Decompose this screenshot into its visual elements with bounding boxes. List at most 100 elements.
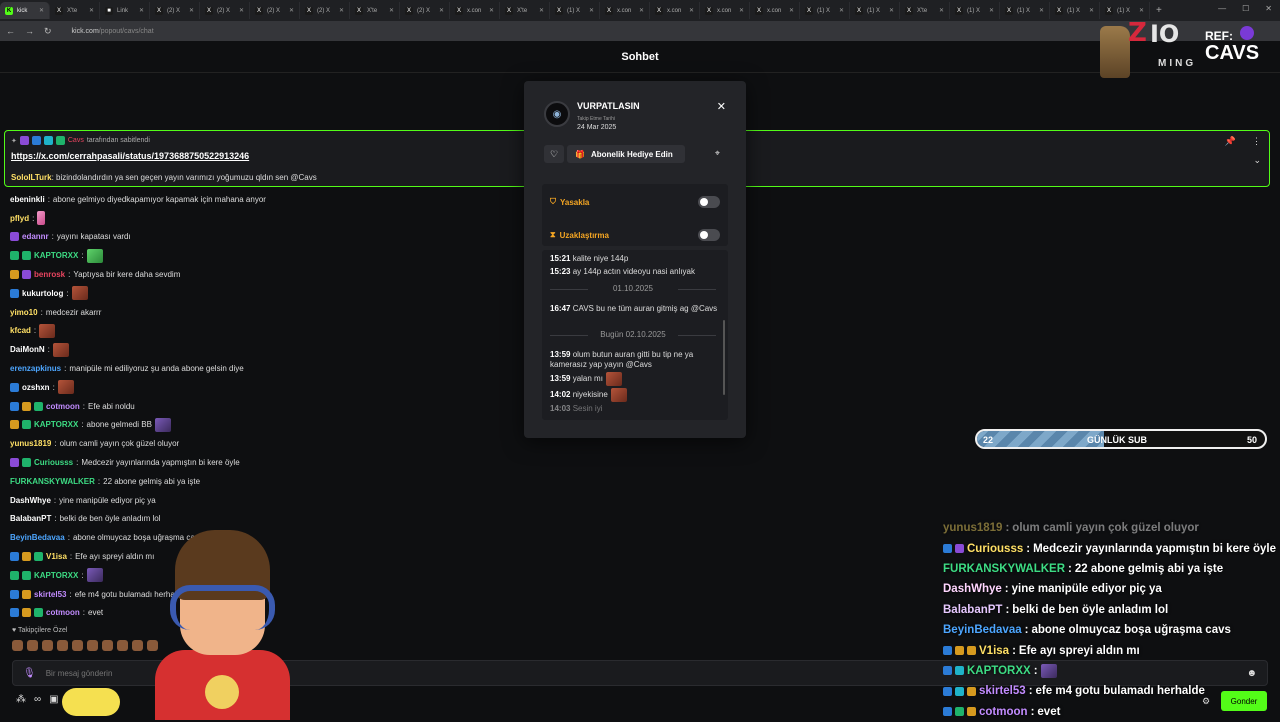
tab-close-icon[interactable]: ✕ [1039,7,1044,14]
chat-username[interactable]: erenzapkinus [10,364,61,373]
chat-username[interactable]: DashWhye [10,496,51,505]
tab-close-icon[interactable]: ✕ [939,7,944,14]
chat-username[interactable]: KAPTORXX [34,251,78,260]
tab-close-icon[interactable]: ✕ [189,7,194,14]
chat-username[interactable]: skirtel53 [34,590,66,599]
tab-close-icon[interactable]: ✕ [889,7,894,14]
tab-close-icon[interactable]: ✕ [489,7,494,14]
browser-tab[interactable]: X X'te ✕ [900,2,950,19]
browser-tab[interactable]: X (2) X ✕ [150,2,200,19]
chat-username[interactable]: cotmoon [46,402,80,411]
chat-username[interactable]: V1isa [46,552,67,561]
tab-close-icon[interactable]: ✕ [1139,7,1144,14]
gift-icon[interactable]: ▣ [49,694,58,705]
tab-close-icon[interactable]: ✕ [1089,7,1094,14]
emote-icon[interactable] [87,640,98,651]
back-icon[interactable]: ← [6,26,15,36]
browser-tab[interactable]: X (1) X ✕ [550,2,600,19]
chat-username[interactable]: yunus1819 [10,439,51,448]
microphone-icon[interactable]: 🎙 [23,668,36,679]
browser-tab[interactable]: ■ Link ✕ [100,2,150,19]
chat-username[interactable]: kfcad [10,326,31,335]
emote-icon[interactable] [42,640,53,651]
tab-close-icon[interactable]: ✕ [89,7,94,14]
scrollbar[interactable] [723,320,725,395]
chat-username[interactable]: ozshxn [22,383,50,392]
url-field[interactable]: kick.com/popout/cavs/chat [72,28,154,35]
tab-close-icon[interactable]: ✕ [739,7,744,14]
tab-close-icon[interactable]: ✕ [289,7,294,14]
browser-tab[interactable]: X X'te ✕ [50,2,100,19]
tab-close-icon[interactable]: ✕ [439,7,444,14]
new-tab-icon[interactable]: + [1156,5,1162,16]
chevron-down-icon[interactable]: ⌄ [1253,155,1261,166]
tab-close-icon[interactable]: ✕ [389,7,394,14]
browser-tab[interactable]: Kkick ✕ [0,2,50,19]
chat-username[interactable]: SoloILTurk [11,173,52,182]
emote-icon[interactable] [12,640,23,651]
browser-tab[interactable]: X (1) X ✕ [950,2,1000,19]
tab-close-icon[interactable]: ✕ [239,7,244,14]
browser-tab[interactable]: X (1) X ✕ [1050,2,1100,19]
tab-close-icon[interactable]: ✕ [339,7,344,14]
browser-tab[interactable]: X X'te ✕ [350,2,400,19]
emote-icon[interactable] [102,640,113,651]
chat-username[interactable]: pflyd [10,214,29,223]
chat-username[interactable]: DaiMonN [10,345,45,354]
browser-tab[interactable]: X (2) X ✕ [400,2,450,19]
infinity-icon[interactable]: ∞ [34,694,41,705]
tab-close-icon[interactable]: ✕ [689,7,694,14]
close-icon[interactable]: ✕ [717,100,726,113]
browser-tab[interactable]: X (1) X ✕ [1100,2,1150,19]
chat-username[interactable]: FURKANSKYWALKER [10,477,95,486]
reload-icon[interactable]: ↻ [44,26,52,37]
chat-username[interactable]: benrosk [34,270,65,279]
chat-username[interactable]: cotmoon [46,608,80,617]
chat-username[interactable]: yimo10 [10,308,38,317]
pinned-link[interactable]: https://x.com/cerrahpasali/status/197368… [11,151,249,161]
browser-tab[interactable]: X (2) X ✕ [250,2,300,19]
chat-username[interactable]: kukurtolog [22,289,63,298]
browser-tab[interactable]: X (2) X ✕ [200,2,250,19]
chat-username[interactable]: KAPTORXX [34,420,78,429]
tab-close-icon[interactable]: ✕ [839,7,844,14]
browser-tab[interactable]: X X'te ✕ [500,2,550,19]
minimize-icon[interactable]: — [1218,4,1226,13]
follow-button[interactable]: ♡ [544,145,564,163]
browser-tab[interactable]: X (2) X ✕ [300,2,350,19]
close-window-icon[interactable]: ✕ [1265,4,1272,13]
emote-icon[interactable] [27,640,38,651]
tab-close-icon[interactable]: ✕ [139,7,144,14]
emote-icon[interactable] [117,640,128,651]
browser-tab[interactable]: Xx.con ✕ [750,2,800,19]
chat-username[interactable]: ebeninkli [10,195,45,204]
chat-username[interactable]: KAPTORXX [34,571,78,580]
chat-username[interactable]: BeyinBedavaa [10,533,65,542]
chat-username[interactable]: BalabanPT [10,514,51,523]
pin-icon[interactable]: ⌖ [715,148,720,159]
browser-tab[interactable]: X (1) X ✕ [1000,2,1050,19]
pin-icon[interactable]: 📌 [1225,136,1236,147]
maximize-icon[interactable]: ☐ [1242,4,1249,13]
tab-close-icon[interactable]: ✕ [789,7,794,14]
kick-points-icon[interactable]: ⁂ [16,694,26,705]
tab-close-icon[interactable]: ✕ [639,7,644,14]
pinned-by-user[interactable]: Cavs [68,137,84,144]
browser-tab[interactable]: Xx.con ✕ [650,2,700,19]
tab-close-icon[interactable]: ✕ [989,7,994,14]
timeout-toggle[interactable] [698,229,720,241]
tab-close-icon[interactable]: ✕ [39,7,44,14]
tab-close-icon[interactable]: ✕ [539,7,544,14]
ban-toggle[interactable] [698,196,720,208]
forward-icon[interactable]: → [25,26,34,36]
emote-icon[interactable] [57,640,68,651]
browser-tab[interactable]: Xx.con ✕ [700,2,750,19]
chat-username[interactable]: Curiousss [34,458,73,467]
chat-username[interactable]: edannr [22,232,49,241]
more-icon[interactable]: ⋮ [1252,136,1261,147]
browser-tab[interactable]: Xx.con ✕ [600,2,650,19]
browser-tab[interactable]: X (1) X ✕ [850,2,900,19]
gift-sub-button[interactable]: 🎁 Abonelik Hediye Edin [567,145,685,163]
browser-tab[interactable]: X (1) X ✕ [800,2,850,19]
tab-close-icon[interactable]: ✕ [589,7,594,14]
